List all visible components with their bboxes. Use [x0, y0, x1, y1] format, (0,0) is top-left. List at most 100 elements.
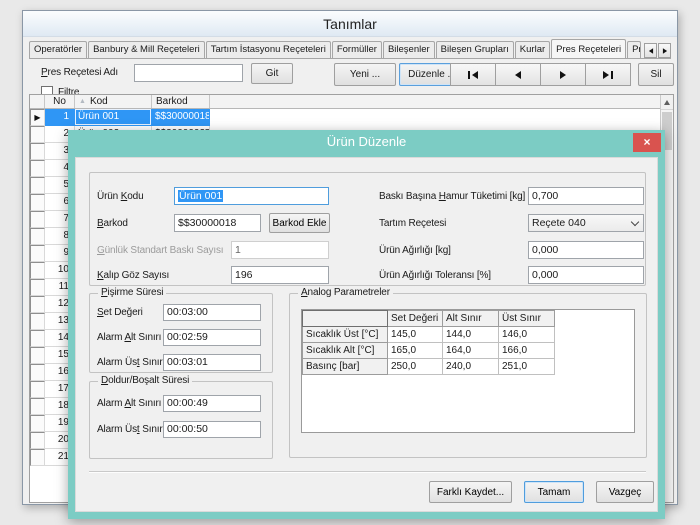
git-button[interactable]: Git	[251, 63, 293, 84]
last-triangle-icon	[603, 71, 609, 79]
row-indicator-cell: ▶	[30, 109, 45, 126]
analog-cell-alt[interactable]: 144,0	[443, 327, 499, 343]
nav-last-button[interactable]	[585, 63, 631, 86]
grid-header-no[interactable]: No	[45, 95, 75, 108]
tab-bile-enler[interactable]: Bileşenler	[383, 41, 435, 58]
tab-scroll-right-button[interactable]	[658, 43, 671, 58]
row-indicator-cell	[30, 160, 45, 177]
separator	[89, 471, 646, 473]
analog-col-alt: Alt Sınır	[443, 311, 499, 327]
urun-kodu-label: Ürün Kodu	[97, 191, 144, 202]
vazgec-button[interactable]: Vazgeç	[596, 481, 654, 503]
yeni-button[interactable]: Yeni ...	[334, 63, 396, 86]
tab-pres-alarm-ned[interactable]: Pres Alarm Ned	[627, 41, 641, 58]
tab-pres-re-eteleri[interactable]: Pres Reçeteleri	[551, 39, 626, 58]
barkod-ekle-button[interactable]: Barkod Ekle	[269, 213, 330, 233]
grid-header-indicator	[30, 95, 45, 108]
analog-row[interactable]: Sıcaklık Alt [°C]165,0164,0166,0	[303, 343, 555, 359]
tab-banbury-mill-re-eteleri[interactable]: Banbury & Mill Reçeteleri	[88, 41, 205, 58]
set-degeri-input[interactable]: 00:03:00	[163, 304, 261, 321]
tab-bile-en-gruplar-[interactable]: Bileşen Grupları	[436, 41, 514, 58]
analog-cell-set[interactable]: 165,0	[388, 343, 443, 359]
tab-tart-m-i-stasyonu-re-eteleri[interactable]: Tartım İstasyonu Reçeteleri	[206, 41, 331, 58]
analog-row[interactable]: Basınç [bar]250,0240,0251,0	[303, 359, 555, 375]
set-degeri-label: Set Değeri	[97, 307, 143, 318]
row-indicator-cell	[30, 194, 45, 211]
grid-row-1[interactable]: ▶1Ürün 001$$30000018	[30, 109, 660, 126]
left-triangle-icon	[648, 48, 652, 54]
agirlik-input[interactable]: 0,000	[528, 241, 644, 259]
doldur-alarm-ust-input[interactable]: 00:00:50	[163, 421, 261, 438]
close-icon[interactable]: ×	[633, 133, 661, 152]
pisirme-alarm-ust-label: Alarm Üst Sınır	[97, 357, 163, 368]
chevron-down-icon	[631, 217, 639, 225]
tolerans-input[interactable]: 0,000	[528, 266, 644, 284]
grid-header-kod-label: Kod	[90, 95, 108, 108]
pisirme-alarm-alt-label: Alarm Alt Sınırı	[97, 332, 161, 343]
analog-parametreler-legend: Analog Parametreler	[298, 287, 393, 298]
nav-first-button[interactable]	[450, 63, 496, 86]
row-indicator-cell	[30, 228, 45, 245]
grid-header-kod[interactable]: ▲ Kod	[75, 95, 152, 108]
row-indicator-cell	[30, 143, 45, 160]
hamur-input[interactable]: 0,700	[528, 187, 644, 205]
farkli-kaydet-button[interactable]: Farklı Kaydet...	[429, 481, 512, 503]
pisirme-alarm-alt-input[interactable]: 00:02:59	[163, 329, 261, 346]
row-indicator-cell	[30, 296, 45, 313]
sort-asc-icon: ▲	[79, 98, 86, 105]
row-indicator-cell	[30, 279, 45, 296]
nav-next-button[interactable]	[540, 63, 586, 86]
dialog-content: Ürün Kodu Ürün 001 Barkod $$30000018 Bar…	[75, 157, 658, 512]
tamam-button[interactable]: Tamam	[524, 481, 584, 503]
row-indicator-cell	[30, 330, 45, 347]
analog-cell-ust[interactable]: 166,0	[499, 343, 555, 359]
analog-table: Set Değeri Alt Sınır Üst Sınır Sıcaklık …	[301, 309, 635, 433]
barkod-label: Barkod	[97, 218, 128, 229]
analog-cell-alt[interactable]: 240,0	[443, 359, 499, 375]
doldur-alarm-alt-input[interactable]: 00:00:49	[163, 395, 261, 412]
tab-kurlar[interactable]: Kurlar	[515, 41, 550, 58]
recipe-name-label: Pres Reçetesi Adı	[41, 67, 118, 78]
tab-scroll-left-button[interactable]	[644, 43, 657, 58]
row-indicator-cell	[30, 245, 45, 262]
doldur-bosalt-group: Doldur/Boşalt Süresi	[89, 381, 273, 459]
row-indicator-cell	[30, 449, 45, 466]
scrollbar-up-button[interactable]	[661, 95, 673, 110]
analog-cell-alt[interactable]: 164,0	[443, 343, 499, 359]
agirlik-label: Ürün Ağırlığı [kg]	[379, 245, 451, 256]
pisirme-alarm-ust-input[interactable]: 00:03:01	[163, 354, 261, 371]
analog-row-header: Sıcaklık Üst [°C]	[303, 327, 388, 343]
recipe-name-input[interactable]	[134, 64, 243, 82]
prev-triangle-icon	[515, 71, 521, 79]
cell-no: 1	[45, 109, 75, 126]
tartim-recetesi-label: Tartım Reçetesi	[379, 218, 446, 229]
analog-cell-set[interactable]: 145,0	[388, 327, 443, 343]
grid-header-barkod[interactable]: Barkod	[152, 95, 210, 108]
combo-value: Reçete 040	[532, 217, 586, 229]
grid-header[interactable]: No ▲ Kod Barkod	[30, 95, 660, 109]
sil-button[interactable]: Sil	[638, 63, 674, 86]
urun-kodu-input[interactable]: Ürün 001	[174, 187, 329, 205]
kalip-goz-input[interactable]: 196	[231, 266, 329, 284]
analog-cell-ust[interactable]: 251,0	[499, 359, 555, 375]
row-indicator-cell	[30, 177, 45, 194]
row-indicator-cell	[30, 432, 45, 449]
analog-cell-set[interactable]: 250,0	[388, 359, 443, 375]
analog-row[interactable]: Sıcaklık Üst [°C]145,0144,0146,0	[303, 327, 555, 343]
analog-col-set: Set Değeri	[388, 311, 443, 327]
analog-cell-ust[interactable]: 146,0	[499, 327, 555, 343]
urun-duzenle-dialog: Ürün Düzenle × Ürün Kodu Ürün 001 Barkod…	[68, 130, 665, 519]
tab-operat-rler[interactable]: Operatörler	[29, 41, 87, 58]
window-title: Tanımlar	[23, 11, 677, 37]
tab-form-ller[interactable]: Formüller	[332, 41, 382, 58]
tartim-recetesi-select[interactable]: Reçete 040	[528, 214, 644, 232]
cell-barkod: $$30000018	[152, 109, 210, 126]
desktop: Tanımlar OperatörlerBanbury & Mill Reçet…	[0, 0, 700, 525]
first-bar-icon	[468, 71, 470, 79]
analog-corner-cell	[303, 311, 388, 327]
nav-prev-button[interactable]	[495, 63, 541, 86]
doldur-alarm-ust-label: Alarm Üst Sınır	[97, 424, 163, 435]
barkod-input[interactable]: $$30000018	[174, 214, 261, 232]
hamur-label: Baskı Başına Hamur Tüketimi [kg]	[379, 191, 525, 202]
row-indicator-cell	[30, 211, 45, 228]
